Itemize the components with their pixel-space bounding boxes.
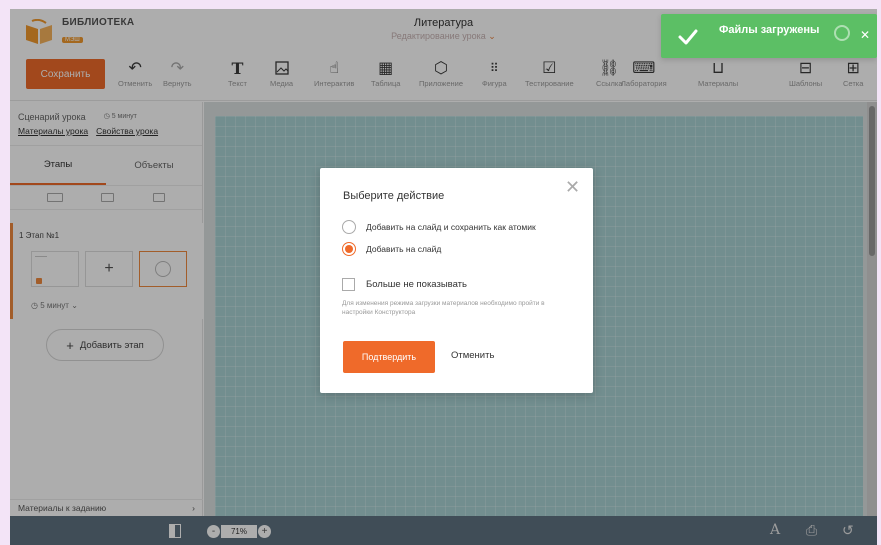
dont-show-again-checkbox-row[interactable]: Больше не показывать	[342, 278, 467, 291]
radio-add-to-slide[interactable]	[342, 242, 356, 256]
dialog-title: Выберите действие	[343, 190, 445, 202]
close-icon[interactable]: ✕	[565, 177, 580, 198]
dont-show-again-checkbox[interactable]	[342, 278, 355, 291]
radio-add-save-atomic[interactable]	[342, 220, 356, 234]
cancel-button[interactable]: Отменить	[451, 350, 494, 361]
option-add-to-slide-label: Добавить на слайд	[366, 244, 442, 254]
settings-hint: Для изменения режима загрузки материалов…	[342, 300, 545, 316]
dont-show-again-label: Больше не показывать	[366, 279, 467, 290]
app-window: БИБЛИОТЕКА МЭШ Литература Редактирование…	[10, 9, 877, 545]
close-icon[interactable]: ✕	[860, 28, 870, 42]
confirm-button[interactable]: Подтвердить	[343, 341, 435, 373]
upload-success-toast: Файлы загружены ✕	[661, 14, 877, 58]
option-add-to-slide[interactable]: Добавить на слайд	[342, 242, 441, 256]
checkmark-icon	[678, 29, 698, 45]
timer-ring-icon	[834, 25, 850, 41]
option-add-save-atomic-label: Добавить на слайд и сохранить как атомик	[366, 222, 536, 232]
toast-message: Файлы загружены	[719, 24, 820, 36]
option-add-save-atomic[interactable]: Добавить на слайд и сохранить как атомик	[342, 220, 536, 234]
choose-action-dialog: Выберите действие ✕ Добавить на слайд и …	[320, 168, 593, 393]
